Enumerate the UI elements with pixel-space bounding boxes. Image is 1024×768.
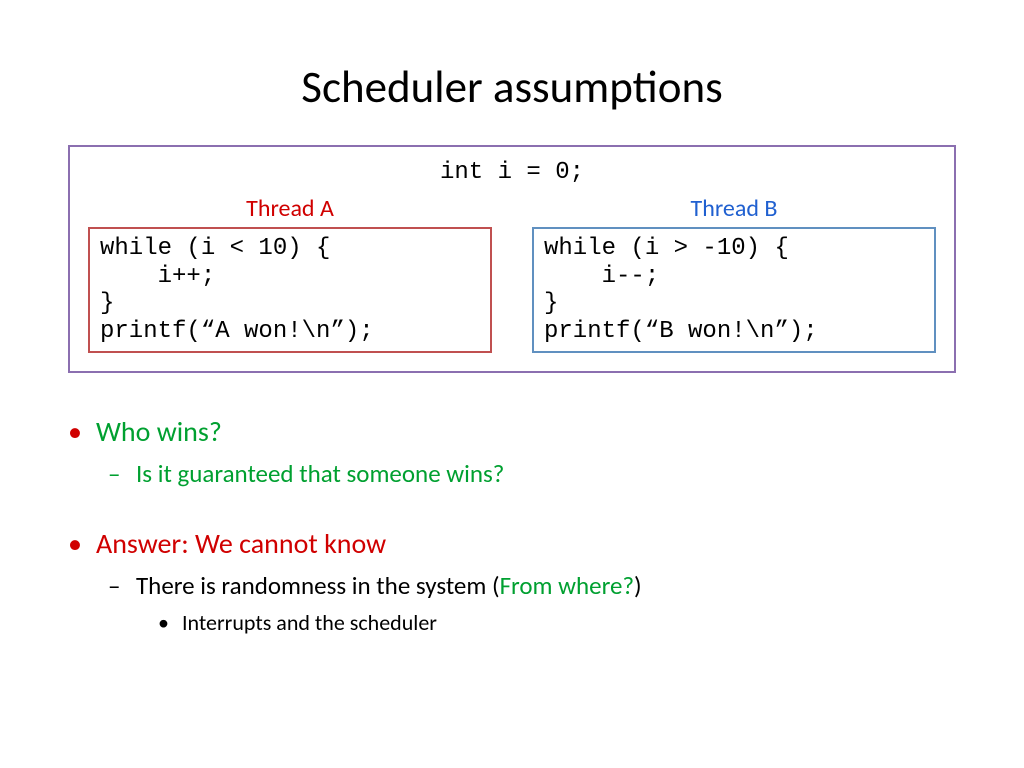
slide-title: Scheduler assumptions	[68, 0, 956, 145]
bullet-text-green: From where?	[500, 570, 634, 601]
bullet-dot-icon: •	[158, 608, 182, 638]
bullet-dot-icon: •	[68, 525, 96, 563]
bullet-dot-icon: •	[68, 413, 96, 451]
bullet-answer: •Answer: We cannot know	[68, 525, 956, 563]
bullet-list: •Who wins? –Is it guaranteed that someon…	[68, 413, 956, 638]
bullet-text-pre: There is randomness in the system (	[136, 570, 500, 601]
thread-b: Thread B while (i > -10) { i--; } printf…	[532, 194, 936, 353]
thread-b-code: while (i > -10) { i--; } printf(“B won!\…	[532, 227, 936, 353]
slide: Scheduler assumptions int i = 0; Thread …	[0, 0, 1024, 768]
bullet-text: Answer: We cannot know	[96, 526, 386, 561]
thread-a-label: Thread A	[88, 194, 492, 223]
bullet-guaranteed: –Is it guaranteed that someone wins?	[108, 457, 956, 491]
bullet-text: Is it guaranteed that someone wins?	[136, 458, 504, 489]
bullet-randomness: –There is randomness in the system (From…	[108, 569, 956, 603]
bullet-interrupts: •Interrupts and the scheduler	[158, 608, 956, 638]
dash-icon: –	[108, 569, 136, 603]
thread-a-code: while (i < 10) { i++; } printf(“A won!\n…	[88, 227, 492, 353]
bullet-text: Interrupts and the scheduler	[182, 609, 437, 636]
thread-b-label: Thread B	[532, 194, 936, 223]
bullet-text: Who wins?	[96, 414, 222, 449]
thread-a: Thread A while (i < 10) { i++; } printf(…	[88, 194, 492, 353]
thread-columns: Thread A while (i < 10) { i++; } printf(…	[88, 194, 936, 353]
code-container: int i = 0; Thread A while (i < 10) { i++…	[68, 145, 956, 373]
dash-icon: –	[108, 457, 136, 491]
shared-code: int i = 0;	[88, 159, 936, 186]
bullet-text-post: )	[634, 570, 642, 601]
bullet-who-wins: •Who wins?	[68, 413, 956, 451]
